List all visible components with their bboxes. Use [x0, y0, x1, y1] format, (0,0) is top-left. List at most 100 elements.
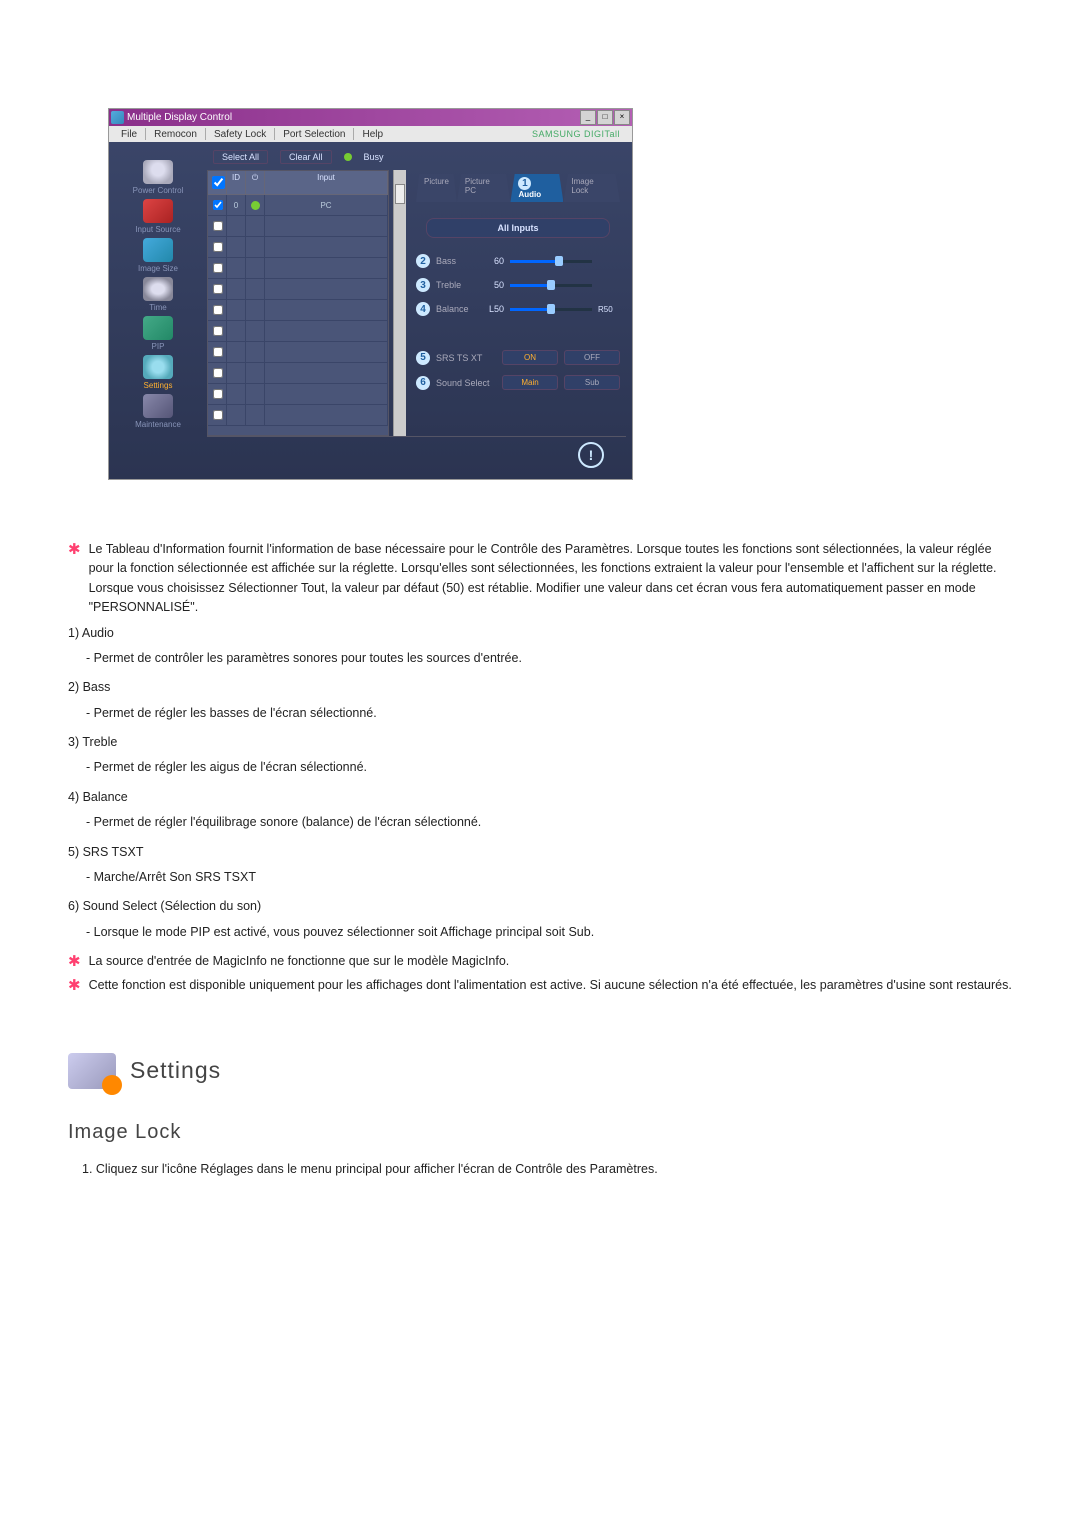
settings-section-icon — [68, 1053, 116, 1089]
tab-image-lock[interactable]: Image Lock — [563, 174, 620, 202]
select-all-button[interactable]: Select All — [213, 150, 268, 164]
brand-label: SAMSUNG DIGITall — [526, 127, 626, 141]
callout-4-icon: 4 — [416, 302, 430, 316]
toolbar: Select All Clear All Busy — [207, 148, 626, 170]
tab-picture[interactable]: Picture — [416, 174, 457, 202]
window-title: Multiple Display Control — [127, 112, 232, 123]
row-checkbox[interactable] — [213, 221, 223, 231]
sidebar-item-label: Maintenance — [135, 420, 181, 429]
row-id: 0 — [227, 195, 246, 215]
row-input: PC — [265, 195, 388, 215]
treble-row: 3 Treble 50 — [416, 278, 620, 292]
input-icon — [143, 199, 173, 223]
sound-sub-button[interactable]: Sub — [564, 375, 620, 390]
menu-safetylock[interactable]: Safety Lock — [208, 127, 272, 142]
bass-label: Bass — [436, 256, 476, 266]
settings-section-header: Settings — [68, 1053, 1012, 1089]
star-bullet-icon: ✱ — [68, 952, 81, 972]
table-row[interactable] — [208, 342, 388, 363]
row-checkbox[interactable] — [213, 284, 223, 294]
close-button[interactable]: × — [614, 110, 630, 125]
tabs: Picture Picture PC 1Audio Image Lock — [416, 174, 620, 202]
note-power: Cette fonction est disponible uniquement… — [89, 976, 1012, 996]
intro-text: Le Tableau d'Information fournit l'infor… — [89, 540, 1012, 618]
balance-slider[interactable] — [510, 308, 592, 311]
treble-label: Treble — [436, 280, 476, 290]
balance-label: Balance — [436, 304, 476, 314]
table-row[interactable] — [208, 279, 388, 300]
table-row[interactable] — [208, 216, 388, 237]
grid-head-power: ⏻ — [246, 171, 265, 194]
balance-right: R50 — [598, 305, 620, 314]
table-row[interactable] — [208, 321, 388, 342]
row-checkbox[interactable] — [213, 410, 223, 420]
srs-on-button[interactable]: ON — [502, 350, 558, 365]
info-icon[interactable]: ! — [578, 442, 604, 468]
srs-label: SRS TS XT — [436, 353, 496, 363]
item-2-desc: - Permet de régler les basses de l'écran… — [86, 704, 1012, 723]
callout-2-icon: 2 — [416, 254, 430, 268]
all-inputs-button[interactable]: All Inputs — [426, 218, 610, 238]
item-4-desc: - Permet de régler l'équilibrage sonore … — [86, 813, 1012, 832]
tab-picture-pc[interactable]: Picture PC — [457, 174, 511, 202]
maximize-button[interactable]: □ — [597, 110, 613, 125]
callout-5-icon: 5 — [416, 351, 430, 365]
table-row[interactable]: 0 PC — [208, 195, 388, 216]
item-5-desc: - Marche/Arrêt Son SRS TSXT — [86, 868, 1012, 887]
table-row[interactable] — [208, 363, 388, 384]
item-4-title: 4) Balance — [68, 788, 1012, 807]
menu-portselection[interactable]: Port Selection — [277, 127, 351, 142]
item-1-desc: - Permet de contrôler les paramètres son… — [86, 649, 1012, 668]
row-checkbox[interactable] — [213, 326, 223, 336]
treble-value: 50 — [482, 280, 504, 290]
bass-slider[interactable] — [510, 260, 592, 263]
treble-slider[interactable] — [510, 284, 592, 287]
menu-file[interactable]: File — [115, 127, 143, 142]
table-row[interactable] — [208, 405, 388, 426]
table-row[interactable] — [208, 384, 388, 405]
scrollbar[interactable] — [393, 170, 406, 436]
table-row[interactable] — [208, 237, 388, 258]
status-bar: ! — [207, 436, 626, 473]
bass-row: 2 Bass 60 — [416, 254, 620, 268]
row-checkbox[interactable] — [213, 368, 223, 378]
balance-left: L50 — [482, 304, 504, 314]
row-checkbox[interactable] — [213, 347, 223, 357]
clear-all-button[interactable]: Clear All — [280, 150, 332, 164]
balance-row: 4 Balance L50 R50 — [416, 302, 620, 316]
tab-audio[interactable]: 1Audio — [510, 174, 563, 202]
sidebar-item-label: Image Size — [138, 264, 178, 273]
grid-head-checkbox[interactable] — [208, 171, 227, 194]
menu-help[interactable]: Help — [356, 127, 389, 142]
settings-panel: Picture Picture PC 1Audio Image Lock All… — [410, 170, 626, 436]
sidebar-item-input[interactable]: Input Source — [113, 199, 203, 234]
table-row[interactable] — [208, 258, 388, 279]
sidebar-item-label: PIP — [152, 342, 165, 351]
sidebar-item-power[interactable]: Power Control — [113, 160, 203, 195]
sidebar-item-settings[interactable]: Settings — [113, 355, 203, 390]
minimize-button[interactable]: _ — [580, 110, 596, 125]
menubar: File Remocon Safety Lock Port Selection … — [109, 126, 632, 142]
image-size-icon — [143, 238, 173, 262]
menu-remocon[interactable]: Remocon — [148, 127, 203, 142]
srs-off-button[interactable]: OFF — [564, 350, 620, 365]
settings-heading: Settings — [130, 1053, 221, 1089]
row-checkbox[interactable] — [213, 389, 223, 399]
titlebar: Multiple Display Control _ □ × — [109, 109, 632, 126]
sidebar-item-label: Time — [149, 303, 166, 312]
item-6-desc: - Lorsque le mode PIP est activé, vous p… — [86, 923, 1012, 942]
star-bullet-icon: ✱ — [68, 976, 81, 996]
sidebar-item-pip[interactable]: PIP — [113, 316, 203, 351]
row-checkbox[interactable] — [213, 305, 223, 315]
row-checkbox[interactable] — [213, 200, 223, 210]
sidebar-item-time[interactable]: Time — [113, 277, 203, 312]
sidebar-item-imagesize[interactable]: Image Size — [113, 238, 203, 273]
app-window: Multiple Display Control _ □ × File Remo… — [108, 108, 633, 480]
image-lock-heading: Image Lock — [68, 1117, 1012, 1148]
row-checkbox[interactable] — [213, 263, 223, 273]
sound-main-button[interactable]: Main — [502, 375, 558, 390]
row-checkbox[interactable] — [213, 242, 223, 252]
sidebar-item-maintenance[interactable]: Maintenance — [113, 394, 203, 429]
table-row[interactable] — [208, 300, 388, 321]
item-5-title: 5) SRS TSXT — [68, 843, 1012, 862]
